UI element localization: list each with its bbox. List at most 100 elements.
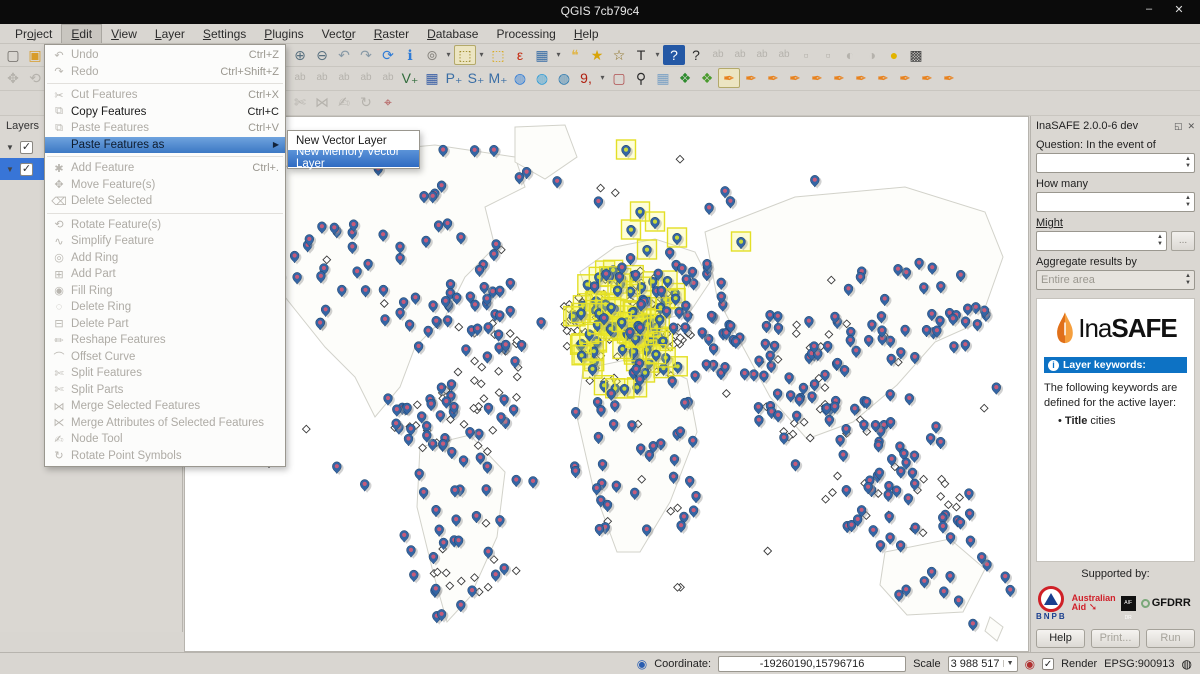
inasafe-impact-report-button[interactable]: ✒ xyxy=(806,68,828,88)
zoom-next-button[interactable]: ↷ xyxy=(355,45,377,65)
menu-item-copy-features[interactable]: ⧉Copy FeaturesCtrl+C xyxy=(45,104,285,121)
text-annotation-button[interactable]: T xyxy=(630,45,652,65)
inasafe-converter-button[interactable]: ✒ xyxy=(850,68,872,88)
inasafe-minimum-needs-button[interactable]: ✒ xyxy=(828,68,850,88)
zoom-in-button[interactable]: ⊕ xyxy=(289,45,311,65)
deselect-all-button[interactable]: ⬚ xyxy=(487,45,509,65)
zoom-last-button[interactable]: ↶ xyxy=(333,45,355,65)
zoom-drop[interactable]: ▾ xyxy=(443,45,454,65)
layer-visibility-checkbox[interactable]: ✓ xyxy=(20,141,33,154)
add-wms-layer-button[interactable]: ◍ xyxy=(509,68,531,88)
label-abc-1-button: ab xyxy=(289,68,311,88)
menu-item-fill-ring: ◉Fill Ring xyxy=(45,283,285,300)
help-contents-button[interactable]: ? xyxy=(663,45,685,65)
zoom-native-button[interactable]: ⊚ xyxy=(421,45,443,65)
menu-raster[interactable]: Raster xyxy=(365,25,418,43)
style-manager-button[interactable]: ▦ xyxy=(652,68,674,88)
show-bookmarks-button[interactable]: ☆ xyxy=(608,45,630,65)
layer-visibility-checkbox[interactable]: ✓ xyxy=(20,163,33,176)
snapping-target-button[interactable]: ⌖ xyxy=(377,92,399,112)
map-canvas[interactable] xyxy=(184,116,1029,652)
label-abc-3-button: ab xyxy=(333,68,355,88)
aggregation-combobox[interactable]: Entire area▲▼ xyxy=(1036,270,1195,290)
python-console-button[interactable]: ❖ xyxy=(674,68,696,88)
highlight-pinned-button[interactable]: ● xyxy=(883,45,905,65)
menu-item-split-parts: ✄Split Parts xyxy=(45,382,285,399)
new-project-button[interactable]: ▢ xyxy=(2,45,24,65)
new-layer-drop[interactable]: ▾ xyxy=(597,68,608,88)
whats-this-button[interactable]: ? xyxy=(685,45,707,65)
attribute-table-button[interactable]: ▦ xyxy=(531,45,553,65)
help-button[interactable]: Help xyxy=(1036,629,1085,648)
expand-arrow-icon[interactable]: ▼ xyxy=(6,165,14,174)
add-wcs-layer-button[interactable]: ◍ xyxy=(531,68,553,88)
measure-button[interactable]: ε xyxy=(509,45,531,65)
add-mssql-layer-button[interactable]: M₊ xyxy=(487,68,509,88)
inasafe-keywords-editor-button[interactable]: ✒ xyxy=(740,68,762,88)
label-tool-3-button: ab xyxy=(751,45,773,65)
inasafe-add-layer-button[interactable]: ✒ xyxy=(938,68,960,88)
zoom-out-button[interactable]: ⊖ xyxy=(311,45,333,65)
inasafe-reload-button[interactable]: ✒ xyxy=(762,68,784,88)
identify-button[interactable]: ℹ xyxy=(399,45,421,65)
hazard-combobox[interactable]: ▲▼ xyxy=(1036,153,1195,173)
dock-float-icon[interactable]: ◱ xyxy=(1174,121,1183,132)
select-drop[interactable]: ▾ xyxy=(476,45,487,65)
menu-item-paste-features-as[interactable]: Paste Features as▶ xyxy=(45,137,285,154)
add-vector-layer-button[interactable]: V₊ xyxy=(399,68,421,88)
menu-database[interactable]: Database xyxy=(418,25,487,43)
osm-search-button[interactable]: ⚲ xyxy=(630,68,652,88)
function-combobox[interactable]: ▲▼ xyxy=(1036,231,1167,251)
menu-layer[interactable]: Layer xyxy=(146,25,194,43)
annotation-drop[interactable]: ▾ xyxy=(652,45,663,65)
diagram-options-button[interactable]: ▩ xyxy=(905,45,927,65)
scale-combobox[interactable]: 3 988 517▼ xyxy=(948,656,1018,672)
minimize-button[interactable]: – xyxy=(1140,3,1158,19)
coordinate-input[interactable]: -19260190,15796716 xyxy=(718,656,906,672)
add-spatialite-layer-button[interactable]: S₊ xyxy=(465,68,487,88)
map-tips-button[interactable]: ❝ xyxy=(564,45,586,65)
crs-icon[interactable]: ◍ xyxy=(1182,658,1192,670)
world-map[interactable] xyxy=(185,117,1028,652)
refresh-button[interactable]: ⟳ xyxy=(377,45,399,65)
new-shapefile-layer-button[interactable]: ▢ xyxy=(608,68,630,88)
inasafe-dock-toggle-button[interactable]: ✒ xyxy=(718,68,740,88)
menu-item-undo: ↶UndoCtrl+Z xyxy=(45,47,285,64)
render-status-icon[interactable]: ◉ xyxy=(637,658,647,670)
render-checkbox[interactable]: ✓ xyxy=(1042,658,1054,670)
gfdrr-icon xyxy=(1141,599,1150,608)
magnifier-icon[interactable]: ◉ xyxy=(1025,658,1035,670)
australian-aid-logo: Australian Aid ➘ xyxy=(1072,594,1116,613)
dock-close-icon[interactable]: ✕ xyxy=(1187,121,1195,132)
menu-item-delete-part: ⊟Delete Part xyxy=(45,316,285,333)
menu-settings[interactable]: Settings xyxy=(194,25,255,43)
open-project-button[interactable]: ▣ xyxy=(24,45,46,65)
plugin-installer-button[interactable]: ❖ xyxy=(696,68,718,88)
menu-processing[interactable]: Processing xyxy=(487,25,564,43)
status-bar: ◉ Coordinate: -19260190,15796716 Scale 3… xyxy=(0,652,1200,674)
menu-project[interactable]: Project xyxy=(6,25,61,43)
inasafe-osm-downloader-button[interactable]: ✒ xyxy=(916,68,938,88)
inasafe-nib-icon xyxy=(1054,311,1076,345)
menu-plugins[interactable]: Plugins xyxy=(255,25,312,43)
merge-features-tool-button: ⋈ xyxy=(311,92,333,112)
exposure-combobox[interactable]: ▲▼ xyxy=(1036,192,1195,212)
function-options-button[interactable]: ... xyxy=(1171,231,1195,251)
menu-view[interactable]: View xyxy=(102,25,146,43)
select-rectangle-button[interactable]: ⬚ xyxy=(454,45,476,65)
add-postgis-layer-button[interactable]: P₊ xyxy=(443,68,465,88)
expand-arrow-icon[interactable]: ▼ xyxy=(6,143,14,152)
close-button[interactable]: ✕ xyxy=(1170,3,1188,19)
add-oracle-layer-button[interactable]: 9, xyxy=(575,68,597,88)
menu-vector[interactable]: Vector xyxy=(313,25,365,43)
submenu-item-new-memory-vector-layer[interactable]: New Memory Vector Layer xyxy=(288,150,419,168)
menu-edit[interactable]: Edit xyxy=(61,24,102,43)
inasafe-batch-runner-button[interactable]: ✒ xyxy=(872,68,894,88)
menu-help[interactable]: Help xyxy=(565,25,608,43)
new-bookmark-button[interactable]: ★ xyxy=(586,45,608,65)
add-wfs-layer-button[interactable]: ◍ xyxy=(553,68,575,88)
inasafe-options-button[interactable]: ✒ xyxy=(784,68,806,88)
add-raster-layer-button[interactable]: ▦ xyxy=(421,68,443,88)
inasafe-save-scenario-button[interactable]: ✒ xyxy=(894,68,916,88)
attr-drop[interactable]: ▾ xyxy=(553,45,564,65)
